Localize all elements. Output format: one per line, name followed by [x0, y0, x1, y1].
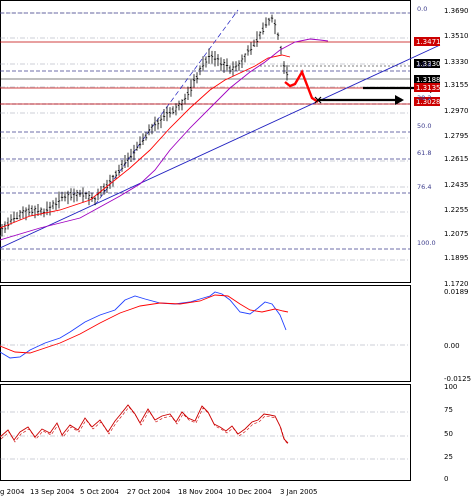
fib-label: 76.4	[417, 183, 431, 191]
rsi-axis-label: 50	[444, 430, 453, 438]
chart-canvas[interactable]: 1.3690 1.3510 1.3330 1.3155 1.2970 1.279…	[0, 0, 473, 500]
rsi-axis-label: 25	[444, 453, 453, 461]
fib-label: 50.0	[417, 122, 431, 130]
fib-label: 100.0	[417, 239, 436, 247]
fib-label: 0.0	[417, 5, 427, 13]
macd-axis-label: 0.00	[444, 342, 460, 350]
time-axis: g 2004 13 Sep 2004 5 Oct 2004 27 Oct 200…	[0, 488, 318, 496]
rsi-axis-label: 75	[444, 406, 453, 414]
fib-label: 38.2	[417, 94, 431, 102]
time-axis-label: 10 Dec 2004	[227, 488, 272, 496]
fib-label: 23.6	[417, 61, 431, 69]
price-axis-label: 1.2435	[444, 181, 469, 189]
fib-label: 61.8	[417, 149, 431, 157]
time-axis-label: 5 Oct 2004	[80, 488, 119, 496]
macd-axis-label: -0.0125	[444, 375, 471, 383]
price-axis-label: 1.3155	[444, 81, 469, 89]
price-axis-label: 1.3690	[444, 7, 469, 15]
time-axis-label: 3 Jan 2005	[280, 488, 318, 496]
time-axis-label: 13 Sep 2004	[30, 488, 75, 496]
rsi-axis-label: 100	[444, 383, 457, 391]
price-axis-label: 1.2615	[444, 155, 469, 163]
rsi-axis-label: 0	[444, 475, 448, 483]
price-tag: 1.3471	[416, 38, 441, 46]
time-axis-label: 18 Nov 2004	[178, 488, 223, 496]
price-axis-label: 1.2255	[444, 206, 469, 214]
price-axis-label: 1.2795	[444, 132, 469, 140]
macd-axis-label: 0.0189	[444, 288, 469, 296]
time-axis-label: 27 Oct 2004	[127, 488, 171, 496]
price-axis-label: 1.3330	[444, 58, 469, 66]
price-axis-label: 1.1895	[444, 254, 469, 262]
price-axis-label: 1.1720	[444, 280, 469, 288]
price-tag: 1.3135	[416, 84, 441, 92]
trading-chart-window[interactable]: 1.3690 1.3510 1.3330 1.3155 1.2970 1.279…	[0, 0, 473, 500]
price-axis-label: 1.2970	[444, 107, 469, 115]
price-tag: 1.3188	[416, 76, 441, 84]
price-axis-label: 1.2075	[444, 230, 469, 238]
price-axis-label: 1.3510	[444, 32, 469, 40]
time-axis-label: g 2004	[0, 488, 25, 496]
